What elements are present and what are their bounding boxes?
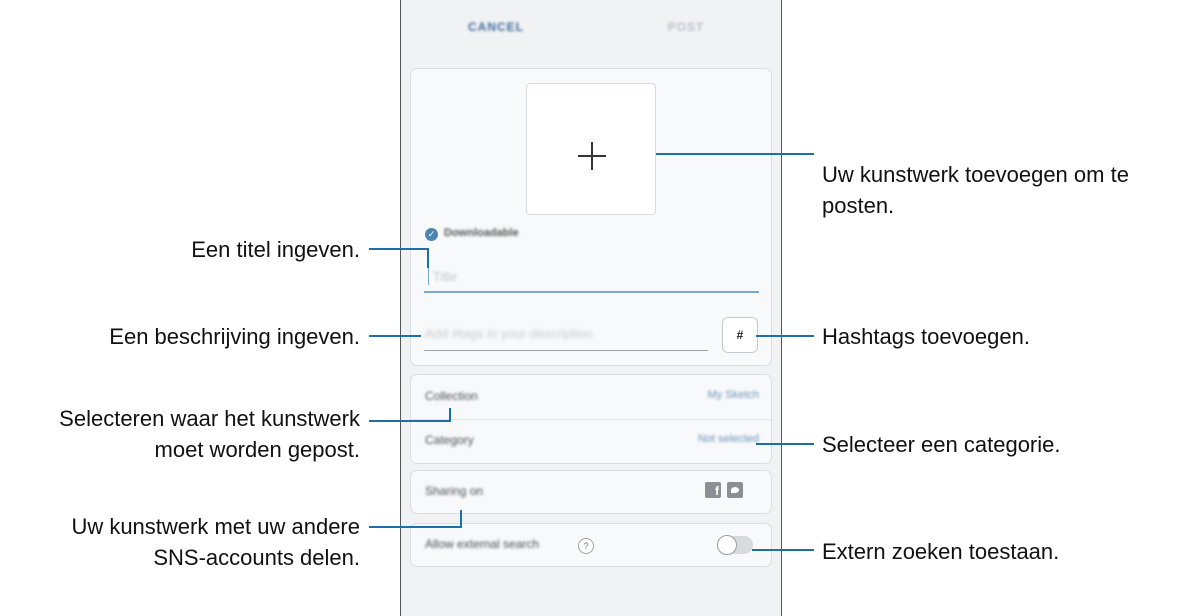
category-value: Not selected xyxy=(697,433,759,445)
category-row[interactable]: Category Not selected xyxy=(411,419,771,463)
sharing-label: Sharing on xyxy=(425,484,484,498)
title-input[interactable]: Title xyxy=(433,269,457,284)
callout-select-where: Selecteren waar het kunstwerk moet worde… xyxy=(59,403,360,465)
external-search-toggle[interactable] xyxy=(717,535,753,555)
callout-enter-description: Een beschrijving ingeven. xyxy=(109,324,360,349)
checkmark-icon[interactable]: ✓ xyxy=(425,228,438,241)
cancel-button[interactable]: CANCEL xyxy=(401,20,591,34)
external-search-label: Allow external search xyxy=(425,537,540,551)
callout-line-share-sns xyxy=(369,526,462,528)
callout-line-enter-description xyxy=(369,335,421,337)
artwork-details-card: ✓ Downloadable Title Add #tags in your d… xyxy=(410,68,772,366)
callout-share-sns-line1: Uw kunstwerk met uw andere xyxy=(71,514,360,539)
callout-share-sns: Uw kunstwerk met uw andere SNS-accounts … xyxy=(71,511,360,573)
toggle-knob xyxy=(717,535,737,555)
callout-external-search: Extern zoeken toestaan. xyxy=(822,539,1060,564)
info-icon[interactable]: ? xyxy=(578,538,594,554)
callout-line-external-search xyxy=(752,549,814,551)
text-cursor xyxy=(428,265,429,285)
collection-value: My Sketch xyxy=(707,389,759,401)
description-input[interactable]: Add #tags in your description xyxy=(425,326,593,341)
options-card: Collection My Sketch Category Not select… xyxy=(410,374,772,464)
title-input-underline xyxy=(424,291,759,293)
callout-share-sns-line2: SNS-accounts delen. xyxy=(153,545,360,570)
phone-screen: CANCEL POST ✓ Downloadable Title Add #ta… xyxy=(400,0,782,616)
callout-add-artwork-line2: posten. xyxy=(822,193,895,218)
callout-add-artwork: Uw kunstwerk toevoegen om te posten. xyxy=(822,159,1129,221)
callout-line-add-hashtags xyxy=(756,335,814,337)
callout-select-where-line1: Selecteren waar het kunstwerk xyxy=(59,406,360,431)
callout-add-hashtags: Hashtags toevoegen. xyxy=(822,324,1030,349)
plus-icon-vertical xyxy=(591,142,593,170)
callout-enter-title: Een titel ingeven. xyxy=(191,237,360,262)
collection-label: Collection xyxy=(425,389,478,403)
add-artwork-button[interactable] xyxy=(526,83,656,215)
callout-select-category: Selecteer een categorie. xyxy=(822,432,1061,457)
callout-line-enter-title xyxy=(369,248,428,250)
post-button[interactable]: POST xyxy=(591,20,781,34)
callout-line-add-artwork xyxy=(656,153,814,155)
callout-select-where-line2: moet worden gepost. xyxy=(154,437,360,462)
description-input-underline xyxy=(424,350,708,351)
callout-vline-share-sns xyxy=(460,510,462,528)
external-search-row: Allow external search ? xyxy=(410,523,772,567)
collection-row[interactable]: Collection My Sketch xyxy=(411,375,771,420)
top-bar: CANCEL POST xyxy=(401,0,781,58)
callout-vline-select-where xyxy=(449,408,451,422)
callout-line-select-category xyxy=(756,443,814,445)
facebook-icon[interactable]: f xyxy=(705,482,721,498)
callout-add-artwork-line1: Uw kunstwerk toevoegen om te xyxy=(822,162,1129,187)
callout-line-select-where xyxy=(369,420,451,422)
callout-vline-enter-title xyxy=(427,248,429,268)
sharing-row: Sharing on f xyxy=(410,470,772,514)
category-label: Category xyxy=(425,433,474,447)
hashtag-button[interactable]: # xyxy=(722,317,758,353)
downloadable-label: Downloadable xyxy=(444,227,519,239)
twitter-icon[interactable] xyxy=(727,482,743,498)
